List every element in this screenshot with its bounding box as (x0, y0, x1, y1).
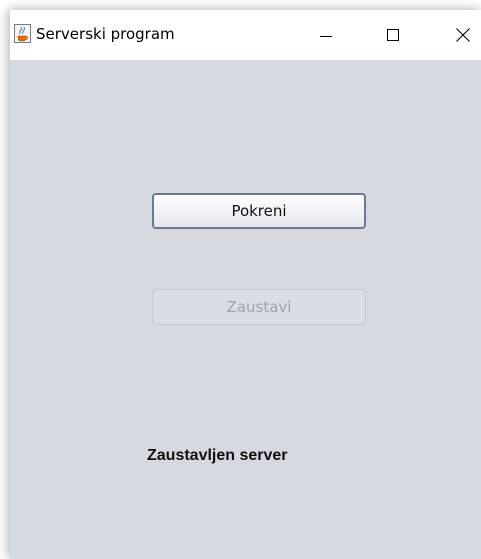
window-title: Serverski program (36, 25, 175, 43)
java-coffee-cup-icon[interactable] (14, 24, 31, 43)
maximize-icon (387, 29, 399, 41)
content-panel: Pokreni Zaustavi Zaustavljen server (10, 60, 481, 559)
server-status-label: Zaustavljen server (147, 447, 288, 464)
minimize-button[interactable] (303, 10, 349, 60)
stop-server-button: Zaustavi (152, 289, 366, 325)
close-icon (456, 28, 470, 42)
maximize-button[interactable] (370, 10, 416, 60)
app-window: Serverski program Pokreni Zaustavi Zaust… (10, 10, 481, 559)
minimize-icon (320, 36, 332, 37)
title-bar[interactable]: Serverski program (10, 10, 481, 60)
start-server-button[interactable]: Pokreni (152, 193, 366, 229)
close-button[interactable] (440, 10, 481, 60)
